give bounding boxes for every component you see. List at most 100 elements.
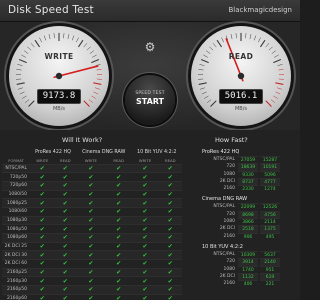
app-title: Disk Speed Test [8,4,94,16]
checkmark-icon: ✔ [75,189,106,199]
checkmark-icon: ✔ [105,198,132,208]
start-button-label: START [135,97,165,106]
write-fps-value: 406 [238,280,258,287]
write-speed-unit: MB/s [52,106,66,112]
write-gauge-tick [53,33,55,39]
table-row: NTSC/PAL ✔ ✔ ✔ ✔ ✔ ✔ [2,163,182,173]
format-label: 1080i50 [2,189,30,199]
read-fps-value: 495 [260,232,280,240]
write-gauge-tick [71,35,75,41]
checkmark-icon: ✔ [30,172,55,182]
read-gauge: READ 5016.1 MB/s [191,26,291,126]
read-gauge-tick [258,37,261,43]
table-row: NTSC/PAL 27059 15287 [196,156,298,163]
table-row: 1080p50 ✔ ✔ ✔ ✔ ✔ ✔ [2,224,182,234]
resolution-label: 2K DCI [219,178,235,184]
checkmark-icon: ✔ [131,180,159,191]
write-gauge-tick [24,99,30,103]
format-label: 2160p30 [2,276,30,286]
checkmark-icon: ✔ [131,172,159,182]
checkmark-icon: ✔ [54,259,76,269]
write-fps-value: 8737 [238,177,258,186]
checkmark-icon: ✔ [30,224,55,234]
checkmark-icon: ✔ [30,206,55,217]
resolution-label: NTSC/PAL [213,157,235,162]
checkmark-icon: ✔ [54,224,76,234]
write-fps-value: 906 [238,232,258,240]
table-row: 1080p25 ✔ ✔ ✔ ✔ ✔ ✔ [2,198,182,208]
codec-header: Cinema DNG RAW [202,196,248,203]
resolution-label: 2K DCI [219,226,235,232]
checkmark-icon: ✔ [158,267,182,277]
checkmark-icon: ✔ [105,206,132,217]
resolution-label: 1080 [223,266,235,272]
write-gauge-tick [96,69,102,71]
format-label: 720p60 [2,180,30,191]
write-fps-value: 3866 [238,218,258,225]
write-fps-value: 2518 [238,225,258,233]
checkmark-icon: ✔ [75,250,106,260]
table-row: 2K DCI 2518 1375 [196,225,298,233]
checkmark-icon: ✔ [105,163,132,173]
resolution-label: 2K DCI [219,273,235,279]
write-gauge-tick [93,82,102,85]
format-label: 1080p50 [2,224,30,234]
write-gauge-tick [77,39,84,48]
checkmark-icon: ✔ [30,285,55,295]
gear-icon[interactable]: ⚙ [143,40,157,54]
checkmark-icon: ✔ [75,267,106,277]
codec-header: ProRes 422 HQ [202,149,240,155]
codec-header: 10 Bit YUV 4:2:2 [137,150,177,155]
write-gauge-tick [30,43,35,48]
read-speed-unit: MB/s [234,106,248,112]
results-area: Will It Work? How Fast? ProRes 422 HQ Ci… [0,130,300,300]
write-gauge-hub [55,72,63,80]
table-row: 1080i50 ✔ ✔ ✔ ✔ ✔ ✔ [2,189,182,199]
checkmark-icon: ✔ [131,189,159,199]
format-label: 720p50 [2,172,30,182]
how-fast-group: Cinema DNG RAW NTSC/PAL 22099 12526 720 8698 4… [196,195,298,240]
write-gauge-tick [27,46,32,51]
checkmark-icon: ✔ [158,293,182,300]
format-header-spacer [2,148,30,157]
checkmark-icon: ✔ [75,276,106,286]
checkmark-icon: ✔ [158,180,182,191]
write-gauge-tick [48,34,51,40]
write-gauge-tick [83,43,88,48]
write-gauge: WRITE 9173.8 MB/s [9,26,109,126]
resolution-label: 720 [226,164,235,170]
write-gauge-tick [17,64,23,66]
checkmark-icon: ✔ [105,189,132,199]
checkmark-icon: ✔ [54,206,76,217]
read-gauge-tick [278,69,284,71]
checkmark-icon: ✔ [105,180,132,191]
checkmark-icon: ✔ [75,285,106,295]
checkmark-icon: ✔ [158,206,182,217]
table-row: 2160 906 495 [196,232,298,240]
write-gauge-tick [16,69,22,71]
checkmark-icon: ✔ [105,267,132,277]
write-fps-value: 1740 [238,265,258,273]
read-fps-value: 5096 [260,170,280,178]
checkmark-icon: ✔ [131,259,159,269]
write-gauge-tick [22,95,27,99]
read-gauge-tick [216,39,223,48]
checkmark-icon: ✔ [54,180,76,191]
checkmark-icon: ✔ [30,163,55,173]
checkmark-icon: ✔ [30,215,55,225]
checkmark-icon: ✔ [75,224,106,234]
write-gauge-label: WRITE [44,52,74,61]
table-row: 720p50 ✔ ✔ ✔ ✔ ✔ ✔ [2,172,182,182]
write-fps-value: 1132 [238,272,258,281]
write-gauge-tick [86,46,91,51]
codec-header: Cinema DNG RAW [82,150,126,155]
how-fast-title: How Fast? [215,136,248,144]
checkmark-icon: ✔ [30,293,55,300]
checkmark-icon: ✔ [75,198,106,208]
checkmark-icon: ✔ [158,172,182,182]
read-fps-value: 1375 [260,225,280,233]
write-fps-value: 10309 [238,250,258,258]
read-fps-value: 2114 [260,218,280,225]
speed-test-start-button[interactable]: SPEED TEST START [125,75,175,125]
checkmark-icon: ✔ [131,285,159,295]
